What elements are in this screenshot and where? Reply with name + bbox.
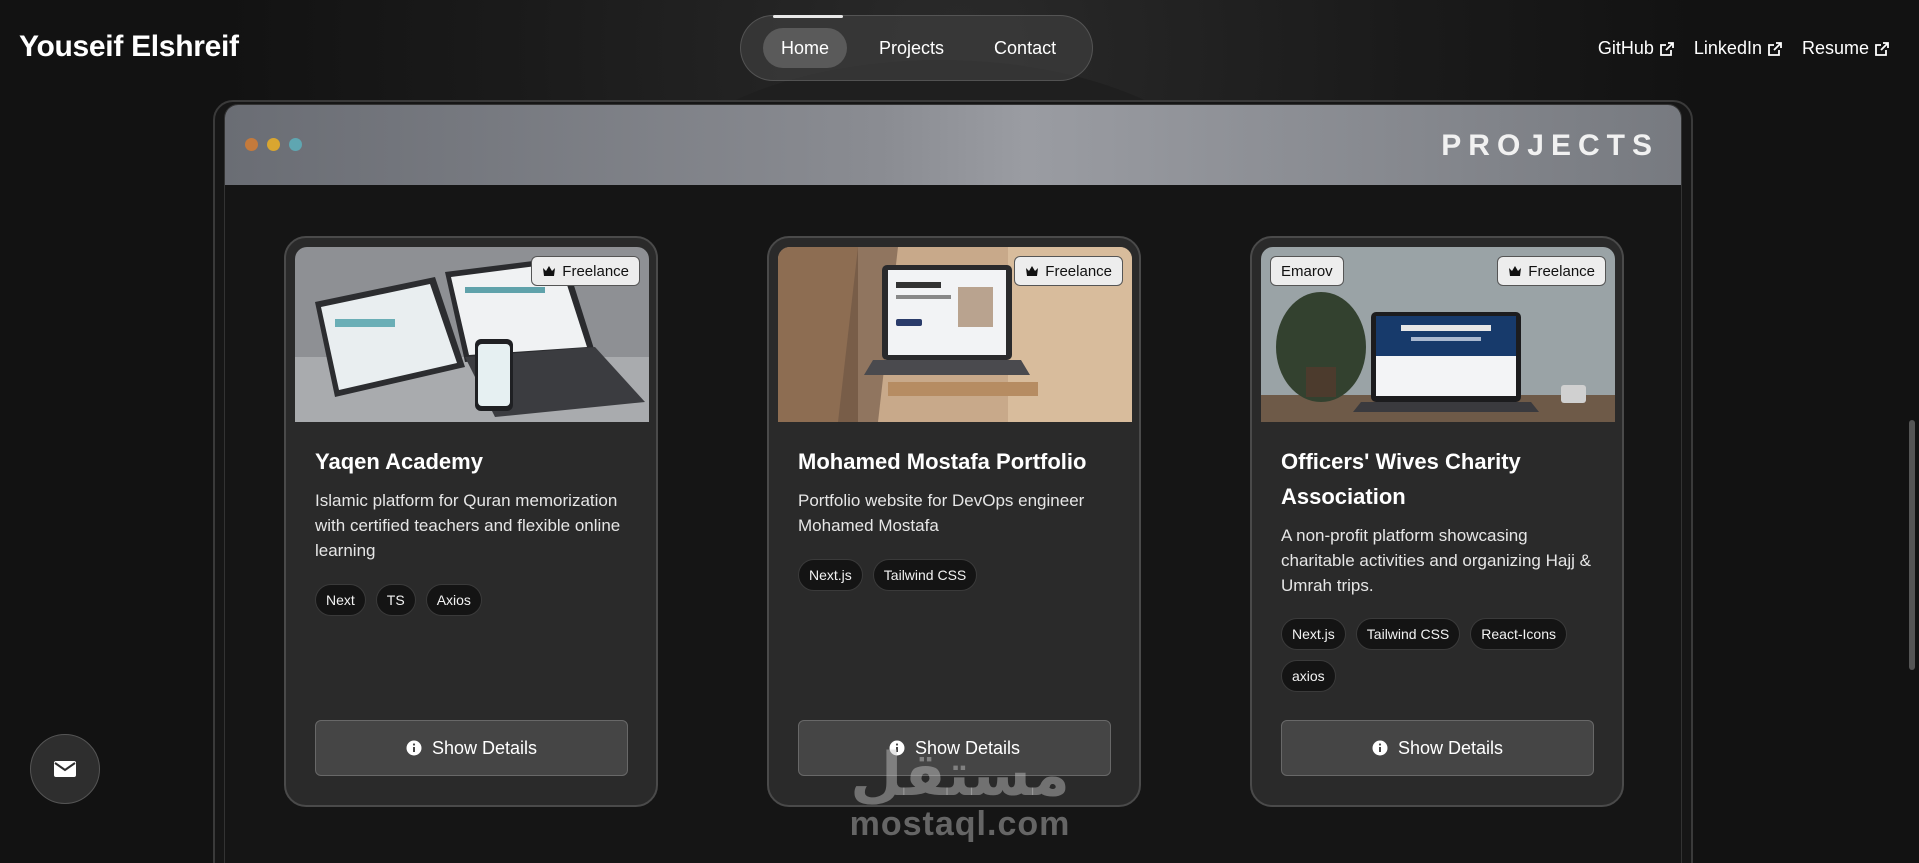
window-titlebar: PROJECTS xyxy=(225,105,1681,185)
crown-icon xyxy=(1026,266,1039,276)
project-image[interactable]: Emarov Freelance xyxy=(1261,247,1615,422)
watermark: مستقل mostaql.com xyxy=(845,745,1075,844)
external-links: GitHub LinkedIn Resume xyxy=(1598,38,1889,59)
project-image[interactable]: Freelance xyxy=(778,247,1132,422)
info-icon xyxy=(1372,740,1388,756)
crown-icon xyxy=(543,266,556,276)
info-icon xyxy=(406,740,422,756)
tech-tag: axios xyxy=(1281,660,1336,692)
nav-item-contact[interactable]: Contact xyxy=(976,28,1074,68)
crown-icon xyxy=(1509,266,1522,276)
project-image[interactable]: Freelance xyxy=(295,247,649,422)
show-details-button[interactable]: Show Details xyxy=(1281,720,1594,776)
show-details-label: Show Details xyxy=(1397,737,1504,758)
brand-name[interactable]: Youseif Elshreif xyxy=(19,30,239,64)
section-title: PROJECTS xyxy=(1441,129,1659,162)
project-description: Islamic platform for Quran memorization … xyxy=(315,491,621,560)
resume-link[interactable]: Resume xyxy=(1802,38,1889,59)
freelance-badge: Freelance xyxy=(1014,256,1123,286)
nav-item-home[interactable]: Home xyxy=(763,28,848,68)
external-link-icon xyxy=(1660,41,1674,56)
tech-tag: TS xyxy=(375,584,416,616)
resume-link-label: Resume xyxy=(1801,38,1869,58)
github-link[interactable]: GitHub xyxy=(1598,38,1674,59)
window-dots xyxy=(245,138,302,151)
project-card: Emarov Freelance Officers' Wives Charity… xyxy=(1250,236,1624,807)
tech-tags: Next.js Tailwind CSS xyxy=(798,559,1118,591)
watermark-arabic: مستقل xyxy=(850,740,1070,810)
project-card: Freelance Mohamed Mostafa Portfolio Port… xyxy=(767,236,1141,807)
external-link-icon xyxy=(1875,41,1889,56)
nav-active-indicator xyxy=(773,15,843,18)
badge-label: Emarov xyxy=(1281,262,1333,280)
badge-label: Freelance xyxy=(1528,262,1595,280)
show-details-label: Show Details xyxy=(431,737,538,758)
external-link-icon xyxy=(1768,41,1782,56)
tech-tag: Tailwind CSS xyxy=(1355,618,1461,650)
tech-tag: Tailwind CSS xyxy=(872,559,978,591)
project-description: Portfolio website for DevOps engineer Mo… xyxy=(798,491,1085,535)
project-title: Mohamed Mostafa Portfolio xyxy=(798,449,1087,474)
tech-tag: Axios xyxy=(425,584,482,616)
page-scrollbar[interactable] xyxy=(1909,420,1915,670)
tech-tag: Next.js xyxy=(1281,618,1346,650)
freelance-badge: Freelance xyxy=(531,256,640,286)
watermark-latin: mostaql.com xyxy=(849,805,1071,843)
project-title: Officers' Wives Charity Association xyxy=(1281,449,1521,509)
contact-mail-button[interactable] xyxy=(30,734,100,804)
envelope-icon xyxy=(54,761,76,777)
window-dot-teal[interactable] xyxy=(289,138,302,151)
badge-label: Freelance xyxy=(1045,262,1112,280)
project-description: A non-profit platform showcasing charita… xyxy=(1281,526,1591,595)
freelance-badge: Freelance xyxy=(1497,256,1606,286)
main-nav: Home Projects Contact xyxy=(740,15,1093,81)
tech-tag: Next xyxy=(315,584,366,616)
tech-tags: Next.js Tailwind CSS React-Icons axios xyxy=(1281,618,1601,692)
tech-tags: Next TS Axios xyxy=(315,584,635,616)
tech-tag: Next.js xyxy=(798,559,863,591)
window-dot-yellow[interactable] xyxy=(267,138,280,151)
github-link-label: GitHub xyxy=(1597,38,1654,58)
company-badge: Emarov xyxy=(1270,256,1344,286)
window-dot-red[interactable] xyxy=(245,138,258,151)
tech-tag: React-Icons xyxy=(1470,618,1567,650)
project-card: Freelance Yaqen Academy Islamic platform… xyxy=(284,236,658,807)
badge-label: Freelance xyxy=(562,262,629,280)
nav-item-projects[interactable]: Projects xyxy=(861,28,962,68)
linkedin-link-label: LinkedIn xyxy=(1693,38,1762,58)
show-details-button[interactable]: Show Details xyxy=(315,720,628,776)
project-title: Yaqen Academy xyxy=(315,449,483,474)
linkedin-link[interactable]: LinkedIn xyxy=(1694,38,1782,59)
